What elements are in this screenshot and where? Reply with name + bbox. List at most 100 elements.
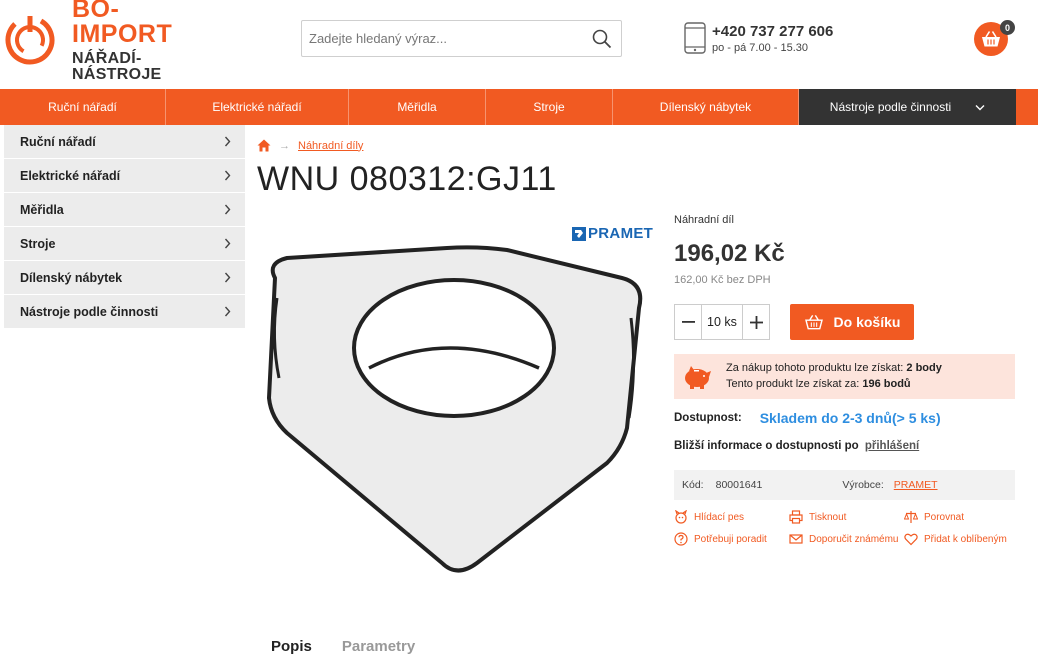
site-logo[interactable]: BO-IMPORT NÁŘADÍ-NÁSTROJE [4, 0, 214, 83]
sidebar-item-label: Měřidla [20, 202, 64, 217]
chevron-right-icon [224, 306, 231, 317]
site-header: BO-IMPORT NÁŘADÍ-NÁSTROJE +420 737 277 6… [0, 0, 1038, 88]
home-icon[interactable] [257, 139, 271, 152]
add-to-favorites-label: Přidat k oblíbeným [924, 533, 1007, 545]
availability-more-info: Bližší informace o dostupnosti po přihlá… [674, 440, 919, 452]
compare-label: Porovnat [924, 511, 965, 523]
quantity-input[interactable] [701, 305, 743, 339]
availability-more-text: Bližší informace o dostupnosti po [674, 440, 859, 452]
sidebar-item-nastroje-podle-cinnosti[interactable]: Nástroje podle činnosti [4, 295, 245, 329]
brand-logo-pramet[interactable]: PRAMET [572, 225, 653, 242]
logo-line1: BO-IMPORT [72, 0, 173, 48]
points-cost-line: Tento produkt lze získat za: 196 bodů [726, 377, 942, 393]
sidebar-item-rucni-naradi[interactable]: Ruční nářadí [4, 125, 245, 159]
chevron-right-icon [224, 204, 231, 215]
nav-item-stroje[interactable]: Stroje [486, 89, 613, 125]
sidebar-item-dilensky-nabytek[interactable]: Dílenský nábytek [4, 261, 245, 295]
cart-count-badge: 0 [1000, 20, 1015, 35]
breadcrumb: → Náhradní díly [257, 139, 363, 152]
nav-item-dilensky-nabytek[interactable]: Dílenský nábytek [613, 89, 799, 125]
code-value: 80001641 [715, 479, 763, 491]
loyalty-points-box: Za nákup tohoto produktu lze získat: 2 b… [674, 354, 1015, 399]
minus-icon [681, 321, 695, 323]
sidebar-item-stroje[interactable]: Stroje [4, 227, 245, 261]
piggy-bank-icon [685, 365, 711, 389]
availability-value: Skladem do 2-3 dnů(> 5 ks) [759, 410, 941, 426]
product-actions: Hlídací pes Tisknout Porovnat Potřebuji … [674, 510, 1019, 546]
sidebar-item-label: Dílenský nábytek [20, 270, 123, 285]
availability-label: Dostupnost: [674, 412, 742, 424]
points-earn-label: Za nákup tohoto produktu lze získat: [726, 361, 904, 374]
chevron-right-icon [224, 170, 231, 181]
nav-item-elektricke-naradi[interactable]: Elektrické nářadí [166, 89, 349, 125]
nav-item-label: Nástroje podle činnosti [829, 100, 952, 114]
nav-item-nastroje-podle-cinnosti[interactable]: Nástroje podle činnosti [799, 89, 1016, 125]
phone-number[interactable]: +420 737 277 606 [712, 23, 833, 40]
add-to-cart-label: Do košíku [833, 314, 901, 330]
sidebar-item-label: Elektrické nářadí [20, 168, 121, 183]
basket-icon [982, 31, 1000, 47]
sidebar-item-label: Stroje [20, 236, 56, 251]
sidebar-item-meridla[interactable]: Měřidla [4, 193, 245, 227]
add-to-favorites-button[interactable]: Přidat k oblíbeným [904, 532, 1019, 546]
maker-link[interactable]: PRAMET [894, 479, 938, 491]
points-cost-label: Tento produkt lze získat za: [726, 377, 860, 390]
tab-parametry[interactable]: Parametry [342, 638, 415, 655]
breadcrumb-link[interactable]: Náhradní díly [298, 140, 363, 152]
print-button[interactable]: Tisknout [789, 510, 904, 524]
logo-line2: NÁŘADÍ-NÁSTROJE [72, 50, 162, 83]
tab-popis[interactable]: Popis [271, 638, 312, 655]
maker-label: Výrobce: [842, 479, 884, 491]
main-nav: Ruční nářadí Elektrické nářadí Měřidla S… [0, 89, 1038, 125]
chevron-right-icon [224, 136, 231, 147]
watchdog-label: Hlídací pes [694, 511, 745, 523]
brand-logo-text: PRAMET [588, 225, 654, 242]
sidebar-item-elektricke-naradi[interactable]: Elektrické nářadí [4, 159, 245, 193]
contact-phone: +420 737 277 606 po - pá 7.00 - 15.30 [684, 20, 833, 56]
nav-item-meridla[interactable]: Měřidla [349, 89, 486, 125]
qty-decrease-button[interactable] [675, 305, 701, 339]
product-tabs: Popis Parametry [271, 638, 445, 655]
need-help-button[interactable]: Potřebuji poradit [674, 532, 789, 546]
search-button[interactable] [583, 21, 621, 56]
availability: Dostupnost: Skladem do 2-3 dnů(> 5 ks) [674, 410, 941, 426]
recommend-label: Doporučit známému [809, 533, 899, 545]
need-help-label: Potřebuji poradit [694, 533, 767, 545]
product-image[interactable] [257, 218, 657, 588]
sidebar-item-label: Ruční nářadí [20, 134, 96, 149]
scales-icon [904, 511, 918, 523]
product-type: Náhradní díl [674, 214, 734, 226]
plus-icon [749, 315, 763, 329]
opening-hours: po - pá 7.00 - 15.30 [712, 41, 809, 54]
pramet-logo-icon [572, 226, 586, 241]
quantity-stepper [674, 304, 770, 340]
points-earn-value: 2 body [906, 361, 942, 374]
cart-button[interactable]: 0 [974, 20, 1015, 56]
chevron-down-icon [975, 104, 985, 110]
watchdog-button[interactable]: Hlídací pes [674, 510, 789, 524]
product-codes: Kód: 80001641 Výrobce: PRAMET [674, 470, 1015, 500]
points-cost-value: 196 bodů [862, 377, 911, 390]
print-label: Tisknout [809, 511, 847, 523]
envelope-icon [789, 534, 803, 544]
login-link[interactable]: přihlášení [865, 440, 919, 452]
search-icon [592, 29, 612, 48]
recommend-button[interactable]: Doporučit známému [789, 532, 904, 546]
add-to-cart-button[interactable]: Do košíku [790, 304, 914, 340]
heart-icon [904, 533, 918, 546]
printer-icon [789, 510, 803, 524]
product-title: WNU 080312:GJ11 [257, 160, 557, 198]
basket-icon [804, 314, 823, 330]
compare-button[interactable]: Porovnat [904, 510, 1019, 524]
nav-item-rucni-naradi[interactable]: Ruční nářadí [0, 89, 166, 125]
sidebar-item-label: Nástroje podle činnosti [20, 304, 159, 319]
dog-icon [675, 510, 687, 524]
search-input[interactable] [302, 21, 583, 56]
chevron-right-icon [224, 238, 231, 249]
product-price: 196,02 Kč [674, 240, 785, 267]
breadcrumb-separator-icon: → [279, 139, 290, 152]
qty-increase-button[interactable] [743, 305, 769, 339]
code-label: Kód: [682, 479, 704, 491]
product-price-without-vat: 162,00 Kč bez DPH [674, 274, 771, 286]
points-earn-line: Za nákup tohoto produktu lze získat: 2 b… [726, 361, 942, 377]
